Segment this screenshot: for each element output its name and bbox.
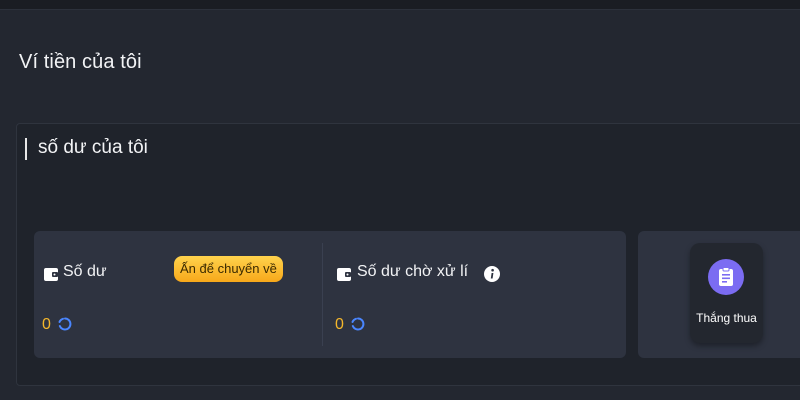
balance-label: Số dư bbox=[63, 263, 107, 280]
clipboard-icon bbox=[719, 267, 733, 286]
transfer-back-button[interactable]: Ấn để chuyển về bbox=[174, 256, 283, 282]
balance-cell: Số dư Ấn để chuyển về 0 bbox=[34, 231, 322, 358]
shortcut-panel: Thắng thua bbox=[638, 231, 800, 358]
balance-amount: 0 bbox=[42, 316, 51, 333]
section-accent-bar bbox=[25, 138, 27, 160]
refresh-icon[interactable] bbox=[58, 317, 72, 331]
info-icon[interactable] bbox=[484, 266, 500, 282]
win-loss-shortcut[interactable]: Thắng thua bbox=[690, 243, 763, 343]
balance-section: số dư của tôi Số dư Ấn để chuyển về 0 Số… bbox=[16, 123, 800, 386]
pending-balance-cell: Số dư chờ xử lí 0 bbox=[323, 231, 626, 358]
wallet-icon bbox=[44, 268, 58, 281]
wallet-icon bbox=[337, 268, 351, 281]
pending-balance-amount: 0 bbox=[335, 316, 344, 333]
pending-balance-label: Số dư chờ xử lí bbox=[357, 263, 469, 280]
top-strip bbox=[0, 0, 800, 9]
page-title: Ví tiền của tôi bbox=[19, 51, 142, 73]
wallet-page: Ví tiền của tôi số dư của tôi Số dư Ấn đ… bbox=[0, 9, 800, 400]
tile-icon-bg bbox=[708, 259, 744, 295]
win-loss-label: Thắng thua bbox=[696, 311, 757, 325]
refresh-icon[interactable] bbox=[351, 317, 365, 331]
balance-panel: Số dư Ấn để chuyển về 0 Số dư chờ xử lí bbox=[34, 231, 626, 358]
section-title: số dư của tôi bbox=[38, 137, 148, 158]
